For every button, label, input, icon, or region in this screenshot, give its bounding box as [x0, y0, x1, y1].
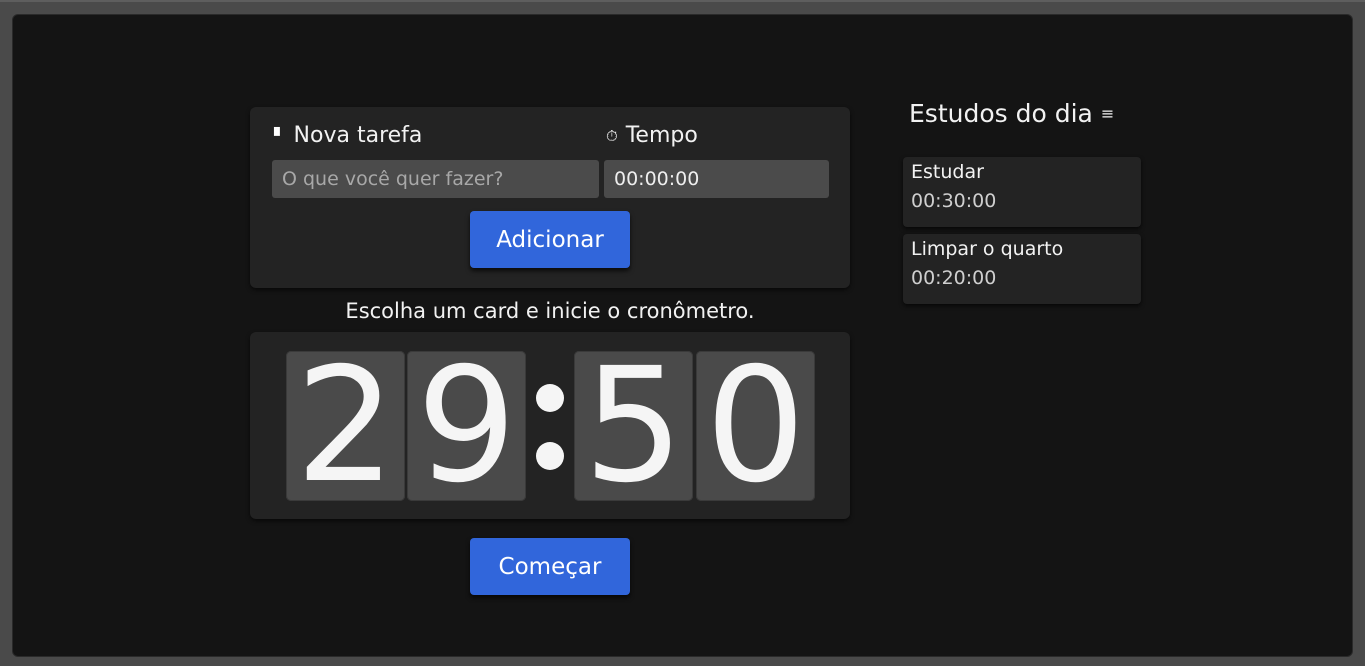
countdown-clock: 2 9 5 0: [250, 332, 850, 519]
minutes-tens-digit: 2: [286, 351, 405, 501]
time-input[interactable]: [604, 160, 829, 198]
task-name: Limpar o quarto: [911, 238, 1064, 260]
separator-dot: [536, 442, 564, 470]
task-card[interactable]: Limpar o quarto 00:20:00: [903, 234, 1141, 304]
task-label: ▘ Nova tarefa: [274, 123, 422, 148]
study-list-title: Estudos do dia ≡: [909, 99, 1114, 128]
minutes-ones-digit: 9: [407, 351, 526, 501]
timer-hint: Escolha um card e inicie o cronômetro.: [345, 299, 755, 323]
app-container: ▘ Nova tarefa ⏱ Tempo Adicionar Escolha …: [12, 14, 1353, 657]
clock-separator: [534, 384, 566, 470]
study-list-title-text: Estudos do dia: [909, 99, 1093, 128]
time-label: ⏱ Tempo: [606, 123, 698, 148]
list-icon: ≡: [1100, 104, 1115, 123]
add-button[interactable]: Adicionar: [470, 211, 630, 268]
task-card[interactable]: Estudar 00:30:00: [903, 157, 1141, 227]
new-task-form: ▘ Nova tarefa ⏱ Tempo Adicionar: [250, 107, 850, 288]
task-input[interactable]: [272, 160, 599, 198]
task-time: 00:30:00: [911, 190, 997, 212]
separator-dot: [536, 384, 564, 412]
stopwatch-icon: ⏱: [606, 126, 618, 145]
task-name: Estudar: [911, 161, 984, 183]
seconds-ones-digit: 0: [696, 351, 815, 501]
task-time: 00:20:00: [911, 267, 997, 289]
task-label-text: Nova tarefa: [293, 123, 423, 148]
window-top-bar: [0, 0, 1365, 2]
seconds-tens-digit: 5: [574, 351, 693, 501]
notebook-icon: ▘: [274, 126, 286, 145]
start-button[interactable]: Começar: [470, 538, 630, 595]
time-label-text: Tempo: [625, 123, 698, 148]
